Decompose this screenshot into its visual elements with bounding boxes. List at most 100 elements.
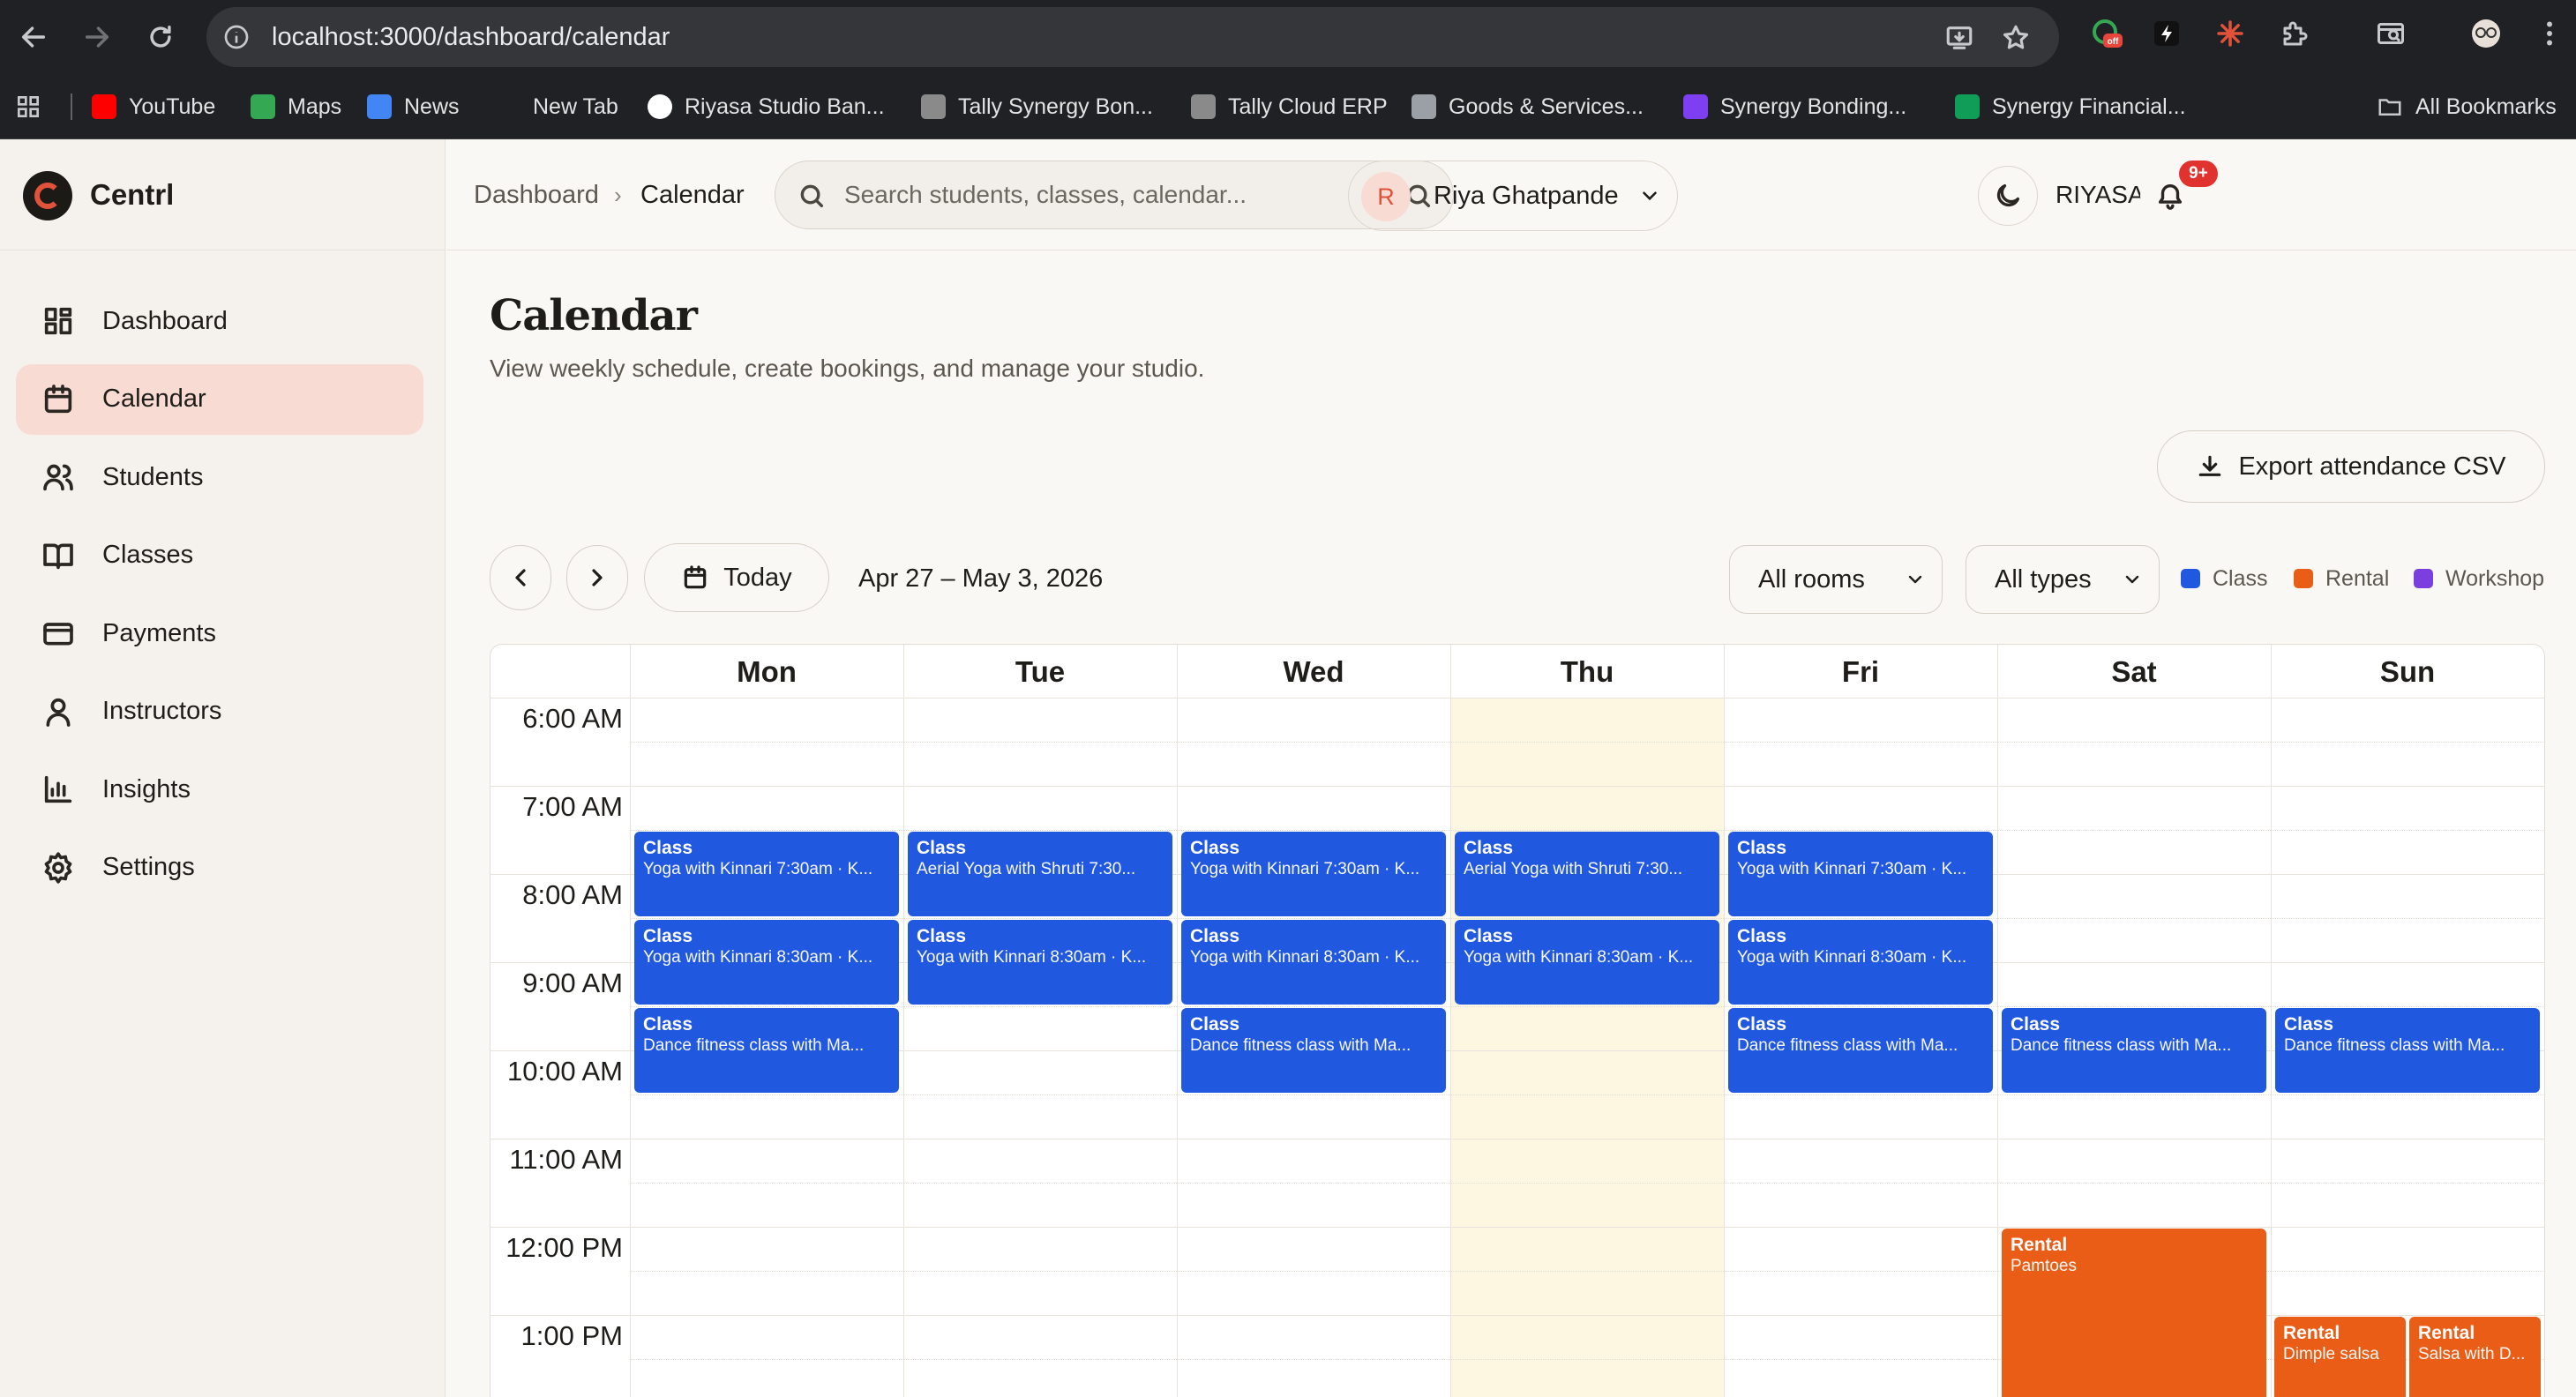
sidebar: Centrl Dashboard Calendar Students Classes P… <box>0 139 446 1397</box>
bookmark-item[interactable]: News <box>367 74 460 139</box>
export-csv-button[interactable]: Export attendance CSV <box>2157 430 2545 503</box>
class-event[interactable]: Class Dance fitness class with Ma... <box>1181 1008 1446 1093</box>
calendar-icon <box>685 565 707 589</box>
day-header-wed[interactable]: Wed <box>1177 645 1450 698</box>
extension-off-icon[interactable]: off <box>2089 16 2124 51</box>
user-menu[interactable]: R Riya Ghatpande <box>1348 161 1678 231</box>
bookmarks-divider <box>71 93 72 120</box>
rooms-filter[interactable]: All rooms <box>1729 545 1943 614</box>
back-button[interactable] <box>14 18 53 56</box>
bookmark-item[interactable]: New Tab <box>533 74 618 139</box>
all-bookmarks[interactable]: All Bookmarks <box>2377 74 2557 139</box>
class-event[interactable]: Class Yoga with Kinnari 8:30am · K... <box>1181 920 1446 1005</box>
event-title: Salsa with D... <box>2418 1345 2526 1363</box>
bookmark-item[interactable]: Tally Cloud ERP <box>1191 74 1388 139</box>
page-subtitle: View weekly schedule, create bookings, a… <box>490 355 1205 382</box>
bookmark-label: Synergy Bonding... <box>1720 93 1907 119</box>
event-title: Yoga with Kinnari 8:30am · K... <box>1737 948 1967 967</box>
day-header-sun[interactable]: Sun <box>2271 645 2544 698</box>
sidebar-item-classes[interactable]: Classes <box>16 520 423 591</box>
class-event[interactable]: Class Yoga with Kinnari 8:30am · K... <box>634 920 899 1005</box>
class-event[interactable]: Class Yoga with Kinnari 7:30am · K... <box>634 832 899 916</box>
asterisk-extension-icon[interactable] <box>2213 16 2248 51</box>
day-header-fri[interactable]: Fri <box>1724 645 1997 698</box>
class-event[interactable]: Class Yoga with Kinnari 7:30am · K... <box>1728 832 1993 916</box>
class-event[interactable]: Class Dance fitness class with Ma... <box>634 1008 899 1093</box>
search-input[interactable] <box>844 161 1374 228</box>
class-event[interactable]: Class Dance fitness class with Ma... <box>2275 1008 2540 1093</box>
class-event[interactable]: Class Yoga with Kinnari 8:30am · K... <box>908 920 1172 1005</box>
reload-button[interactable] <box>141 18 180 56</box>
user-name: Riya Ghatpande <box>1434 182 1619 210</box>
bookmark-label: Goods & Services... <box>1449 93 1644 119</box>
sidebar-item-instructors[interactable]: Instructors <box>16 676 423 747</box>
theme-toggle-button[interactable] <box>1978 166 2038 226</box>
url-text[interactable]: localhost:3000/dashboard/calendar <box>272 7 670 67</box>
sidebar-item-calendar[interactable]: Calendar <box>16 363 423 435</box>
bookmark-label: New Tab <box>533 93 618 119</box>
class-event[interactable]: Class Aerial Yoga with Shruti 7:30... <box>1455 832 1719 916</box>
bookmark-favicon-icon <box>92 94 116 119</box>
browser-menu-icon[interactable] <box>2532 16 2567 51</box>
day-header-sat[interactable]: Sat <box>1997 645 2271 698</box>
bookmark-item[interactable]: YouTube <box>92 74 215 139</box>
sidebar-item-settings[interactable]: Settings <box>16 833 423 903</box>
bookmark-favicon-icon <box>1683 94 1708 119</box>
event-title: Yoga with Kinnari 7:30am · K... <box>1737 860 1967 878</box>
bookmark-item[interactable]: Riyasa Studio Ban... <box>648 74 885 139</box>
legend-label: Workshop <box>2445 565 2545 591</box>
bookmark-label: Maps <box>288 93 342 119</box>
event-type: Class <box>1737 926 1787 946</box>
extensions-puzzle-icon[interactable] <box>2278 16 2313 51</box>
event-type: Rental <box>2283 1323 2340 1343</box>
event-type: Class <box>2284 1014 2334 1035</box>
calendar-icon <box>41 382 76 417</box>
studio-name[interactable]: RIYASA <box>2056 139 2145 250</box>
bookmark-item[interactable]: Goods & Services... <box>1412 74 1644 139</box>
profile-avatar-icon[interactable] <box>2468 16 2504 51</box>
types-filter[interactable]: All types <box>1966 545 2160 614</box>
rental-event[interactable]: Rental Pamtoes <box>2002 1229 2266 1397</box>
sidebar-item-dashboard[interactable]: Dashboard <box>16 286 423 356</box>
prev-week-button[interactable] <box>490 545 551 610</box>
svg-text:off: off <box>2108 37 2119 47</box>
bookmark-item[interactable]: Maps <box>251 74 341 139</box>
half-hour-line <box>630 830 2544 831</box>
apps-grid-icon[interactable] <box>14 74 42 139</box>
day-header-mon[interactable]: Mon <box>630 645 903 698</box>
class-event[interactable]: Class Dance fitness class with Ma... <box>1728 1008 1993 1093</box>
next-week-button[interactable] <box>566 545 628 610</box>
bookmark-star-icon[interactable] <box>2001 23 2031 53</box>
sidebar-item-label: Settings <box>102 853 195 881</box>
bookmark-item[interactable]: Synergy Bonding... <box>1683 74 1906 139</box>
breadcrumb-dashboard[interactable]: Dashboard <box>474 139 599 250</box>
today-button[interactable]: Today <box>644 543 829 612</box>
tab-search-icon[interactable] <box>2373 16 2408 51</box>
class-event[interactable]: Class Aerial Yoga with Shruti 7:30... <box>908 832 1172 916</box>
site-info-icon[interactable] <box>222 23 251 51</box>
bookmark-label: Tally Synergy Bon... <box>958 93 1153 119</box>
sidebar-item-insights[interactable]: Insights <box>16 754 423 825</box>
legend-rental: Rental <box>2294 561 2389 596</box>
brand[interactable]: Centrl <box>0 139 446 250</box>
bookmark-label: Synergy Financial... <box>1992 93 2186 119</box>
event-title: Dance fitness class with Ma... <box>1190 1036 1412 1055</box>
class-event[interactable]: Class Yoga with Kinnari 7:30am · K... <box>1181 832 1446 916</box>
grid-column-line <box>1997 645 1998 1397</box>
sidebar-item-students[interactable]: Students <box>16 442 423 512</box>
bookmark-item[interactable]: Tally Synergy Bon... <box>921 74 1153 139</box>
day-header-tue[interactable]: Tue <box>903 645 1177 698</box>
sidebar-item-payments[interactable]: Payments <box>16 598 423 669</box>
rental-event[interactable]: Rental Dimple salsa <box>2274 1317 2406 1397</box>
class-event[interactable]: Class Yoga with Kinnari 8:30am · K... <box>1728 920 1993 1005</box>
class-event[interactable]: Class Yoga with Kinnari 8:30am · K... <box>1455 920 1719 1005</box>
bookmark-item[interactable]: Synergy Financial... <box>1955 74 2186 139</box>
class-event[interactable]: Class Dance fitness class with Ma... <box>2002 1008 2266 1093</box>
address-bar[interactable]: localhost:3000/dashboard/calendar <box>206 7 2059 67</box>
bolt-extension-icon[interactable] <box>2149 16 2184 51</box>
rental-event[interactable]: Rental Salsa with D... <box>2409 1317 2541 1397</box>
forward-button[interactable] <box>78 18 116 56</box>
install-app-icon[interactable] <box>1944 23 1974 53</box>
day-header-thu[interactable]: Thu <box>1450 645 1724 698</box>
grid-column-line <box>1450 645 1451 1397</box>
